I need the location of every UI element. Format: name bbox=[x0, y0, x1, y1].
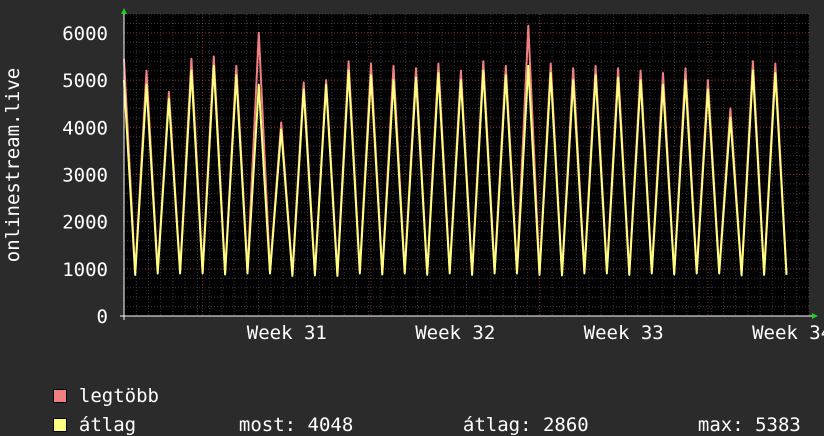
stat-atlag-value: 2860 bbox=[542, 414, 589, 436]
y-tick-labels: 0 1000 2000 3000 4000 5000 6000 bbox=[62, 23, 108, 328]
stat-most: most: 4048 bbox=[216, 392, 353, 436]
x-tick-label: Week 33 bbox=[584, 322, 664, 344]
stat-most-label: most: bbox=[238, 414, 297, 436]
stat-atlag: átlag: 2860 bbox=[440, 392, 589, 436]
y-axis-label: onlinestream.live bbox=[2, 68, 24, 262]
x-tick-label: Week 32 bbox=[415, 322, 495, 344]
x-axis-arrow bbox=[812, 313, 818, 319]
y-tick-label: 4000 bbox=[62, 117, 108, 139]
x-tick-label: Week 34 bbox=[752, 322, 824, 344]
stat-atlag-label: átlag: bbox=[462, 414, 532, 436]
y-tick-label: 5000 bbox=[62, 70, 108, 92]
y-tick-label: 1000 bbox=[62, 259, 108, 281]
stat-most-value: 4048 bbox=[307, 414, 354, 436]
stat-max-value: 5383 bbox=[755, 414, 801, 436]
legend-label-atlag: átlag bbox=[78, 414, 137, 436]
y-axis-arrow bbox=[121, 8, 127, 14]
x-tick-labels: Week 31 Week 32 Week 33 Week 34 bbox=[247, 322, 824, 344]
y-tick-label: 3000 bbox=[62, 164, 108, 186]
x-tick-label: Week 31 bbox=[247, 322, 327, 344]
y-tick-label: 6000 bbox=[62, 23, 108, 45]
stat-max-label: max: bbox=[697, 414, 744, 436]
y-tick-label: 0 bbox=[97, 306, 108, 328]
legend-item-atlag: átlag bbox=[30, 392, 136, 436]
y-tick-label: 2000 bbox=[62, 212, 108, 234]
stat-max: max: 5383 bbox=[675, 392, 801, 436]
